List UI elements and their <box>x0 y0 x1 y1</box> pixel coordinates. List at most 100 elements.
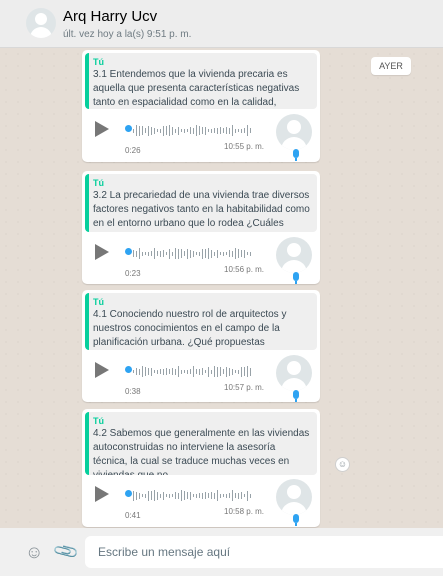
waveform-bar <box>223 251 224 256</box>
waveform-bar <box>238 249 239 259</box>
waveform-bar <box>154 247 155 259</box>
contact-avatar[interactable] <box>26 8 56 38</box>
waveform-bar <box>166 252 167 256</box>
waveform-bar <box>217 366 218 377</box>
waveform-bar <box>175 128 176 133</box>
waveform-bar <box>172 368 173 376</box>
waveform-bar <box>226 252 227 256</box>
waveform-bar <box>214 251 215 256</box>
play-icon[interactable] <box>95 121 109 137</box>
quoted-message[interactable]: Tú 4.1 Conociendo nuestro rol de arquite… <box>85 293 317 350</box>
waveform-bar <box>139 247 140 259</box>
audio-waveform[interactable] <box>133 363 263 377</box>
waveform-bar <box>181 369 182 374</box>
voice-message[interactable]: Tú 4.2 Sabemos que generalmente en las v… <box>82 409 320 527</box>
waveform-bar <box>166 368 167 376</box>
waveform-bar <box>181 129 182 133</box>
waveform-bar <box>142 251 143 256</box>
quoted-message[interactable]: Tú 4.2 Sabemos que generalmente en las v… <box>85 412 317 475</box>
waveform-bar <box>235 128 236 133</box>
contact-name[interactable]: Arq Harry Ucv <box>63 8 157 25</box>
waveform-bar <box>232 250 233 257</box>
voice-message[interactable]: Tú 3.1 Entendemos que la vivienda precar… <box>82 50 320 162</box>
waveform-bar <box>190 491 191 500</box>
waveform-bar <box>172 251 173 256</box>
quote-text: 4.2 Sabemos que generalmente en las vivi… <box>93 428 310 475</box>
waveform-bar <box>178 492 179 499</box>
audio-progress-handle[interactable] <box>125 490 132 497</box>
waveform-bar <box>145 367 146 377</box>
react-smiley-icon[interactable]: ☺ <box>335 457 350 472</box>
waveform-bar <box>205 492 206 500</box>
audio-waveform[interactable] <box>133 245 263 259</box>
waveform-bar <box>190 369 191 375</box>
play-icon[interactable] <box>95 486 109 502</box>
waveform-bar <box>238 492 239 499</box>
chat-header[interactable]: Arq Harry Ucv últ. vez hoy a la(s) 9:51 … <box>0 0 443 48</box>
play-icon[interactable] <box>95 362 109 378</box>
waveform-bar <box>229 250 230 258</box>
quote-accent-bar <box>85 412 89 475</box>
waveform-bar <box>148 251 149 256</box>
waveform-bar <box>139 368 140 375</box>
waveform-bar <box>142 366 143 377</box>
audio-progress-handle[interactable] <box>125 366 132 373</box>
waveform-bar <box>154 490 155 501</box>
waveform-bar <box>241 128 242 133</box>
waveform-bar <box>139 492 140 499</box>
waveform-bar <box>142 494 143 498</box>
waveform-bar <box>205 249 206 259</box>
voice-message[interactable]: Tú 4.1 Conociendo nuestro rol de arquite… <box>82 290 320 402</box>
waveform-bar <box>229 367 230 376</box>
waveform-bar <box>202 248 203 259</box>
waveform-bar <box>187 369 188 374</box>
waveform-bar <box>229 127 230 134</box>
waveform-bar <box>235 248 236 259</box>
waveform-bar <box>214 366 215 377</box>
play-icon[interactable] <box>95 244 109 260</box>
audio-waveform[interactable] <box>133 487 263 501</box>
audio-waveform[interactable] <box>133 122 263 136</box>
emoji-icon[interactable]: ☺ <box>25 543 43 561</box>
waveform-bar <box>163 125 164 136</box>
waveform-bar <box>244 367 245 377</box>
waveform-bar <box>178 126 179 135</box>
waveform-bar <box>208 366 209 377</box>
audio-progress-handle[interactable] <box>125 248 132 255</box>
voice-message[interactable]: Tú 3.2 La precariedad de una vivienda tr… <box>82 171 320 284</box>
waveform-bar <box>184 491 185 501</box>
waveform-bar <box>136 125 137 136</box>
waveform-bar <box>184 128 185 133</box>
waveform-bar <box>184 251 185 257</box>
message-time: 10:58 p. m. <box>224 507 265 516</box>
waveform-bar <box>214 128 215 134</box>
waveform-bar <box>169 369 170 375</box>
quote-author: Tú <box>93 416 104 426</box>
waveform-bar <box>169 493 170 498</box>
waveform-bar <box>178 248 179 259</box>
waveform-bar <box>211 128 212 133</box>
waveform-bar <box>193 365 194 377</box>
waveform-bar <box>163 491 164 500</box>
audio-progress-handle[interactable] <box>125 125 132 132</box>
quoted-message[interactable]: Tú 3.1 Entendemos que la vivienda precar… <box>85 53 317 109</box>
waveform-bar <box>217 127 218 134</box>
quoted-message[interactable]: Tú 3.2 La precariedad de una vivienda tr… <box>85 174 317 232</box>
quote-accent-bar <box>85 293 89 350</box>
waveform-bar <box>178 365 179 377</box>
avatar-head <box>287 361 301 375</box>
waveform-bar <box>160 128 161 133</box>
waveform-bar <box>208 129 209 133</box>
waveform-bar <box>193 494 194 498</box>
waveform-bar <box>223 494 224 498</box>
waveform-bar <box>241 250 242 258</box>
quote-accent-bar <box>85 174 89 232</box>
waveform-bar <box>175 492 176 500</box>
message-list[interactable]: AYER Tú 3.1 Entendemos que la vivienda p… <box>0 48 443 528</box>
paperclip-icon[interactable]: 📎 <box>52 538 80 566</box>
message-input[interactable]: Escribe un mensaje aquí <box>85 536 443 568</box>
waveform-bar <box>196 252 197 256</box>
message-time: 10:55 p. m. <box>224 142 265 151</box>
avatar-body <box>30 27 52 38</box>
waveform-bar <box>169 248 170 259</box>
